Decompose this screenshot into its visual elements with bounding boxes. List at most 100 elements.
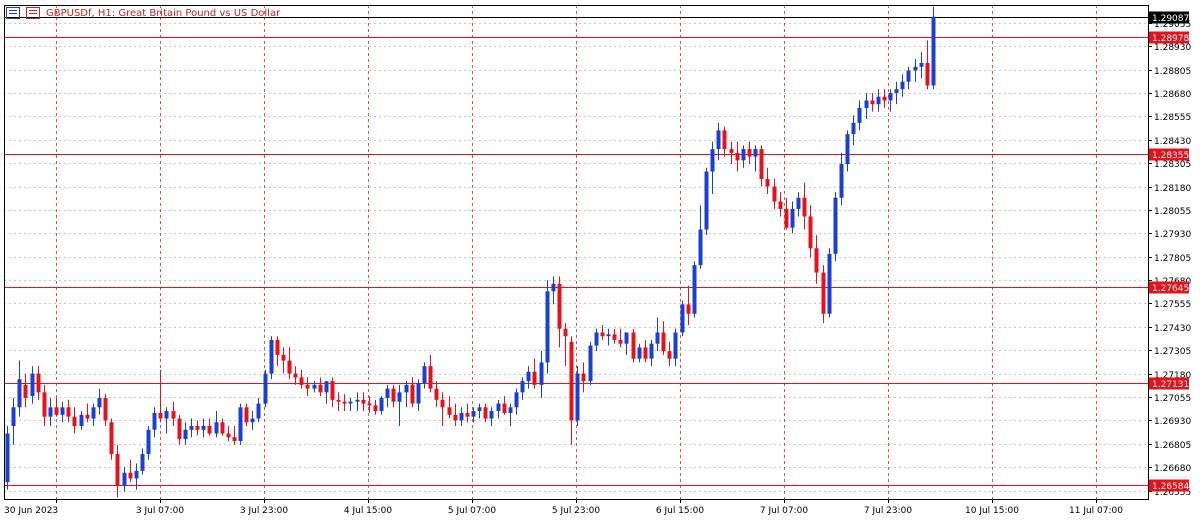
candle <box>91 403 96 427</box>
candle-body <box>900 81 905 90</box>
candle-body <box>220 422 225 434</box>
candle <box>263 369 268 408</box>
candle-body <box>115 454 120 486</box>
candle <box>60 401 65 423</box>
candle <box>281 347 286 374</box>
candle <box>428 354 433 393</box>
candle-body <box>772 186 777 202</box>
candle-body <box>784 208 789 228</box>
candle-body <box>716 130 721 150</box>
candle-body <box>152 412 157 430</box>
candle <box>637 343 642 363</box>
candle-body <box>30 373 35 397</box>
candle-body <box>183 429 188 440</box>
candle-body <box>851 122 856 135</box>
candle <box>66 399 71 423</box>
candle-body <box>643 347 648 359</box>
candle-body <box>269 339 274 374</box>
candle <box>103 394 108 427</box>
candle <box>814 235 819 284</box>
candle <box>925 40 930 90</box>
candle-body <box>244 407 249 423</box>
candle-body <box>778 201 783 209</box>
candle <box>367 396 372 413</box>
candle-body <box>189 426 194 430</box>
candle <box>655 317 660 352</box>
candle-body <box>459 412 464 421</box>
candle <box>305 377 310 397</box>
chart-menu-icon[interactable] <box>26 7 40 19</box>
candle-body <box>575 373 580 421</box>
candle <box>631 328 636 363</box>
candle <box>330 377 335 408</box>
candle <box>821 265 826 324</box>
candlestick-chart[interactable]: 1.290551.289301.288051.286801.285551.284… <box>0 0 1200 521</box>
price-axis: 1.290551.289301.288051.286801.285551.284… <box>1148 11 1191 498</box>
price-tick-label: 1.28555 <box>1154 113 1191 123</box>
vertical-markers <box>56 5 1097 499</box>
candle-body <box>876 96 881 105</box>
candle <box>545 280 550 374</box>
candle <box>569 336 574 445</box>
price-tick-label: 1.28805 <box>1154 67 1191 77</box>
chart-area[interactable]: 1.29055 1.28930 1.28805 1.28680 1.28555 1.284… <box>0 0 1200 521</box>
candle <box>226 426 231 441</box>
candle-body <box>42 392 47 417</box>
candle-body <box>336 399 341 402</box>
candle-body <box>330 381 335 400</box>
candle-body <box>692 265 697 314</box>
candle-body <box>226 433 231 438</box>
candle-body <box>845 134 850 165</box>
candle <box>624 332 629 355</box>
candle-body <box>146 429 151 455</box>
candle-body <box>821 272 826 314</box>
candle <box>256 397 261 423</box>
candle-body <box>428 366 433 389</box>
candle <box>11 397 16 445</box>
candle <box>876 89 881 112</box>
candle-body <box>759 149 764 180</box>
time-tick-label: 5 Jul 07:00 <box>448 506 497 516</box>
candle-body <box>539 362 544 385</box>
candle-body <box>471 411 476 417</box>
candle-body <box>397 392 402 402</box>
candle <box>508 403 513 427</box>
candle-body <box>263 373 268 404</box>
candle-body <box>588 345 593 382</box>
candle-body <box>72 416 77 427</box>
candle-body <box>765 179 770 187</box>
candle <box>796 192 801 217</box>
chart-window-icon[interactable] <box>6 7 20 19</box>
candle <box>575 366 580 427</box>
candle <box>404 381 409 408</box>
candle-body <box>894 89 899 93</box>
candle-body <box>355 399 360 402</box>
candle-body <box>410 384 415 404</box>
candle <box>5 426 10 490</box>
candle <box>232 426 237 445</box>
candle <box>870 92 875 112</box>
candle <box>465 403 470 423</box>
candle-body <box>232 437 237 441</box>
candle-body <box>551 283 556 292</box>
candle-body <box>839 164 844 198</box>
candle <box>741 145 746 168</box>
candle-body <box>195 426 200 430</box>
candle <box>784 197 789 230</box>
candle-body <box>624 332 629 344</box>
candle <box>30 366 35 404</box>
candle <box>588 341 593 385</box>
candle <box>17 360 22 417</box>
price-level-label: 1.27645 <box>1152 284 1189 294</box>
candle-body <box>526 371 531 382</box>
candle <box>520 377 525 400</box>
candle <box>594 328 599 352</box>
candle-body <box>293 373 298 378</box>
candle <box>447 396 452 419</box>
candle <box>434 381 439 408</box>
candle-body <box>931 16 936 86</box>
time-tick-label: 6 Jul 15:00 <box>656 506 705 516</box>
candle <box>379 396 384 415</box>
candle <box>913 59 918 82</box>
candle-body <box>563 328 568 337</box>
